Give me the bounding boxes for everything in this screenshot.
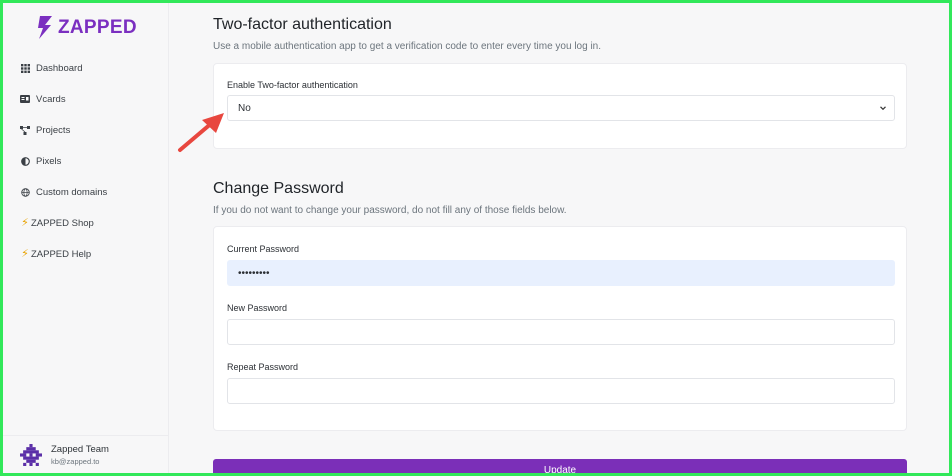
chevron-down-icon <box>880 106 886 111</box>
change-password-subtitle: If you do not want to change your passwo… <box>213 205 567 216</box>
sidebar-item-dashboard[interactable]: Dashboard <box>20 60 82 76</box>
logo[interactable]: ZAPPED <box>37 15 137 40</box>
change-password-title: Change Password <box>213 180 344 197</box>
sidebar-item-label: ZAPPED Shop <box>31 217 94 229</box>
sidebar-item-label: ZAPPED Help <box>31 248 92 260</box>
globe-icon <box>20 187 30 197</box>
zapped-logo-icon <box>38 16 52 39</box>
two-factor-selected-value: No <box>238 102 251 114</box>
sidebar: ZAPPED Dashboard Vcards Projects Pixels <box>3 3 169 473</box>
two-factor-label: Enable Two-factor authentication <box>227 80 358 90</box>
project-diagram-icon <box>20 125 30 135</box>
bolt-icon: ⚡ <box>21 247 29 260</box>
user-email: kb@zapped.to <box>51 456 100 466</box>
annotation-arrow-icon <box>178 113 224 152</box>
repeat-password-label: Repeat Password <box>227 362 299 372</box>
new-password-field[interactable] <box>227 319 895 345</box>
bolt-icon: ⚡ <box>21 216 29 229</box>
brand-name: ZAPPED <box>58 16 137 38</box>
current-password-label: Current Password <box>227 244 300 254</box>
sidebar-item-label: Custom domains <box>36 186 108 198</box>
id-card-icon <box>20 94 30 104</box>
user-info: Zapped Team kb@zapped.to <box>51 444 109 466</box>
sidebar-item-pixels[interactable]: Pixels <box>20 153 61 169</box>
two-factor-title: Two-factor authentication <box>213 16 392 33</box>
sidebar-item-zapped-help[interactable]: ⚡ ZAPPED Help <box>20 246 91 262</box>
change-password-card: Current Password ••••••••• New Password … <box>213 226 907 431</box>
new-password-label: New Password <box>227 303 288 313</box>
sidebar-item-zapped-shop[interactable]: ⚡ ZAPPED Shop <box>20 215 94 231</box>
sidebar-item-label: Pixels <box>36 155 62 167</box>
app-frame: ZAPPED Dashboard Vcards Projects Pixels <box>3 3 949 473</box>
main-content: Two-factor authentication Use a mobile a… <box>169 3 949 473</box>
two-factor-card: Enable Two-factor authentication No <box>213 63 907 149</box>
current-password-value: ••••••••• <box>238 267 270 279</box>
sidebar-item-custom-domains[interactable]: Custom domains <box>20 184 107 200</box>
sidebar-item-projects[interactable]: Projects <box>20 122 70 138</box>
two-factor-subtitle: Use a mobile authentication app to get a… <box>213 41 602 52</box>
user-name: Zapped Team <box>51 443 109 455</box>
grid-icon <box>20 63 30 73</box>
two-factor-select[interactable]: No <box>227 95 895 121</box>
sidebar-item-label: Dashboard <box>36 62 83 74</box>
sidebar-item-label: Vcards <box>36 93 66 105</box>
repeat-password-field[interactable] <box>227 378 895 404</box>
current-password-field[interactable]: ••••••••• <box>227 260 895 286</box>
adjust-icon <box>20 156 30 166</box>
sidebar-item-vcards[interactable]: Vcards <box>20 91 66 107</box>
update-button-label: Update <box>543 465 577 473</box>
sidebar-item-label: Projects <box>36 124 71 136</box>
update-button[interactable]: Update <box>213 459 907 473</box>
user-profile[interactable]: Zapped Team kb@zapped.to <box>3 435 169 473</box>
avatar <box>20 443 42 466</box>
